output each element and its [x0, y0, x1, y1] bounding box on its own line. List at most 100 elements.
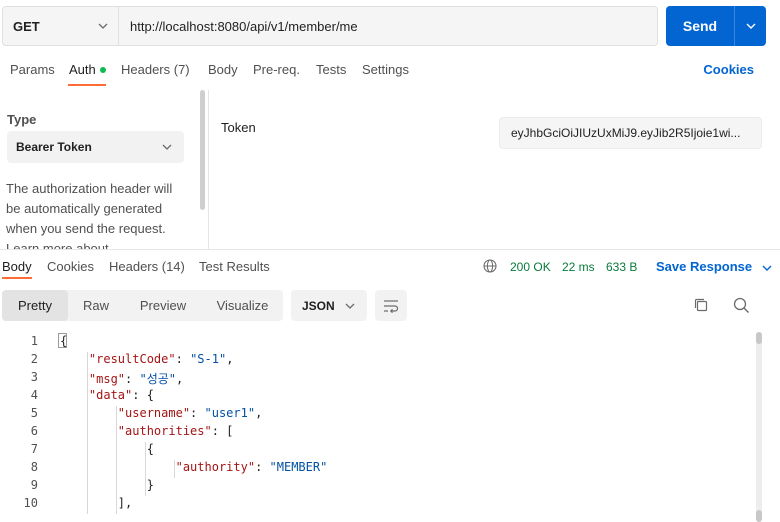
send-button[interactable]: Send	[666, 6, 734, 46]
send-button-group: Send	[666, 6, 766, 46]
json-string: "MEMBER"	[269, 460, 328, 474]
line-number: 9	[30, 478, 38, 492]
line-number: 5	[30, 406, 38, 420]
view-mode-group: Pretty Raw Preview Visualize	[2, 290, 283, 321]
chevron-down-icon	[762, 265, 772, 271]
wrap-lines-button[interactable]	[375, 290, 407, 321]
response-time[interactable]: 22 ms	[562, 260, 595, 274]
code-line: "username": "user1",	[60, 406, 263, 420]
scrollbar-down-arrow[interactable]	[756, 510, 762, 522]
active-response-tab-indicator	[2, 277, 32, 279]
token-input[interactable]: eyJhbGciOiJIUzUxMiJ9.eyJib2R5Ijoie1wi...	[499, 117, 762, 149]
view-visualize-button[interactable]: Visualize	[202, 290, 283, 321]
json-key: "resultCode"	[88, 352, 176, 366]
json-punct	[60, 424, 118, 438]
tab-settings[interactable]: Settings	[362, 62, 409, 77]
json-punct: :	[255, 460, 270, 474]
response-tab-test-results[interactable]: Test Results	[199, 259, 270, 274]
response-divider[interactable]	[0, 249, 780, 250]
tab-params[interactable]: Params	[10, 62, 55, 77]
status-badge[interactable]: 200 OK	[510, 260, 551, 274]
json-punct	[60, 352, 89, 366]
request-tabs: Params Auth Headers (7) Body Pre-req. Te…	[0, 58, 780, 86]
copy-icon[interactable]	[693, 297, 709, 313]
indent-guide	[87, 352, 88, 514]
tab-body[interactable]: Body	[208, 62, 238, 77]
globe-icon[interactable]	[483, 259, 497, 273]
code-line: "resultCode": "S-1",	[60, 352, 234, 366]
view-raw-button[interactable]: Raw	[68, 290, 124, 321]
tab-pre-request[interactable]: Pre-req.	[253, 62, 300, 77]
scrollbar-up-arrow[interactable]	[756, 332, 762, 344]
auth-panel-scrollbar[interactable]	[200, 90, 205, 210]
view-preview-button[interactable]: Preview	[124, 290, 202, 321]
code-line: ],	[60, 496, 132, 510]
json-key: "msg"	[88, 372, 126, 386]
response-body-editor[interactable]: 1{2 "resultCode": "S-1", 3 "msg": "성공", 4 …	[0, 332, 770, 522]
chevron-down-icon	[345, 303, 355, 309]
save-response-button[interactable]: Save Response	[656, 259, 772, 274]
line-number: 6	[30, 424, 38, 438]
bracket-match-highlight	[58, 333, 67, 348]
line-number: 3	[30, 370, 38, 384]
tab-headers[interactable]: Headers (7)	[121, 62, 190, 77]
chevron-down-icon	[746, 23, 755, 29]
tab-auth-label: Auth	[69, 62, 96, 77]
json-key: "username"	[117, 406, 191, 420]
indent-guide	[116, 406, 117, 514]
active-tab-indicator	[68, 84, 106, 86]
code-line: }	[60, 478, 154, 492]
json-punct	[60, 388, 89, 402]
json-punct: :	[175, 352, 191, 366]
line-number: 1	[30, 334, 38, 348]
method-select[interactable]: GET	[3, 7, 119, 45]
method-value: GET	[13, 18, 40, 34]
tab-auth[interactable]: Auth	[69, 62, 106, 77]
json-punct: }	[60, 478, 154, 492]
save-response-label: Save Response	[656, 259, 753, 274]
response-tab-cookies[interactable]: Cookies	[47, 259, 94, 274]
json-punct: ],	[60, 496, 133, 510]
send-options-button[interactable]	[734, 6, 766, 46]
format-value: JSON	[302, 298, 335, 313]
json-punct: {	[60, 442, 154, 456]
auth-type-select[interactable]: Bearer Token	[7, 131, 184, 163]
response-tab-body[interactable]: Body	[2, 259, 32, 274]
json-punct	[60, 460, 176, 474]
pane-divider	[208, 90, 209, 249]
code-line: {	[60, 442, 154, 456]
editor-scrollbar[interactable]	[756, 332, 762, 522]
cookies-link[interactable]: Cookies	[703, 62, 754, 77]
json-punct: : [	[211, 424, 234, 438]
tab-tests[interactable]: Tests	[316, 62, 346, 77]
auth-type-panel: Type Bearer Token The authorization head…	[0, 90, 208, 249]
request-url-bar: GET http://localhost:8080/api/v1/member/…	[2, 6, 658, 46]
auth-type-label: Type	[7, 112, 37, 127]
line-number: 2	[30, 352, 38, 366]
json-punct: ,	[176, 372, 184, 386]
search-icon[interactable]	[733, 297, 750, 314]
json-key: "authorities"	[117, 424, 212, 438]
json-punct	[60, 372, 89, 386]
line-number: 7	[30, 442, 38, 456]
view-pretty-button[interactable]: Pretty	[2, 290, 68, 321]
url-input[interactable]: http://localhost:8080/api/v1/member/me	[119, 7, 657, 45]
line-number: 10	[23, 496, 38, 510]
code-line: "msg": "성공",	[60, 370, 183, 387]
indent-guide	[145, 442, 146, 496]
code-line: "authority": "MEMBER"	[60, 460, 328, 474]
json-string: "user1"	[204, 406, 256, 420]
active-dot-icon	[99, 66, 106, 73]
auth-description: The authorization header will be automat…	[6, 181, 173, 249]
auth-type-value: Bearer Token	[16, 140, 92, 154]
json-key: "authority"	[175, 460, 256, 474]
code-line: "authorities": [	[60, 424, 234, 438]
format-select[interactable]: JSON	[291, 290, 367, 321]
json-punct: : {	[132, 388, 154, 402]
response-tab-headers[interactable]: Headers (14)	[109, 259, 185, 274]
json-punct: ,	[255, 406, 263, 420]
chevron-down-icon	[162, 144, 172, 150]
response-size[interactable]: 633 B	[606, 260, 637, 274]
url-value: http://localhost:8080/api/v1/member/me	[130, 18, 358, 34]
json-punct	[60, 406, 118, 420]
